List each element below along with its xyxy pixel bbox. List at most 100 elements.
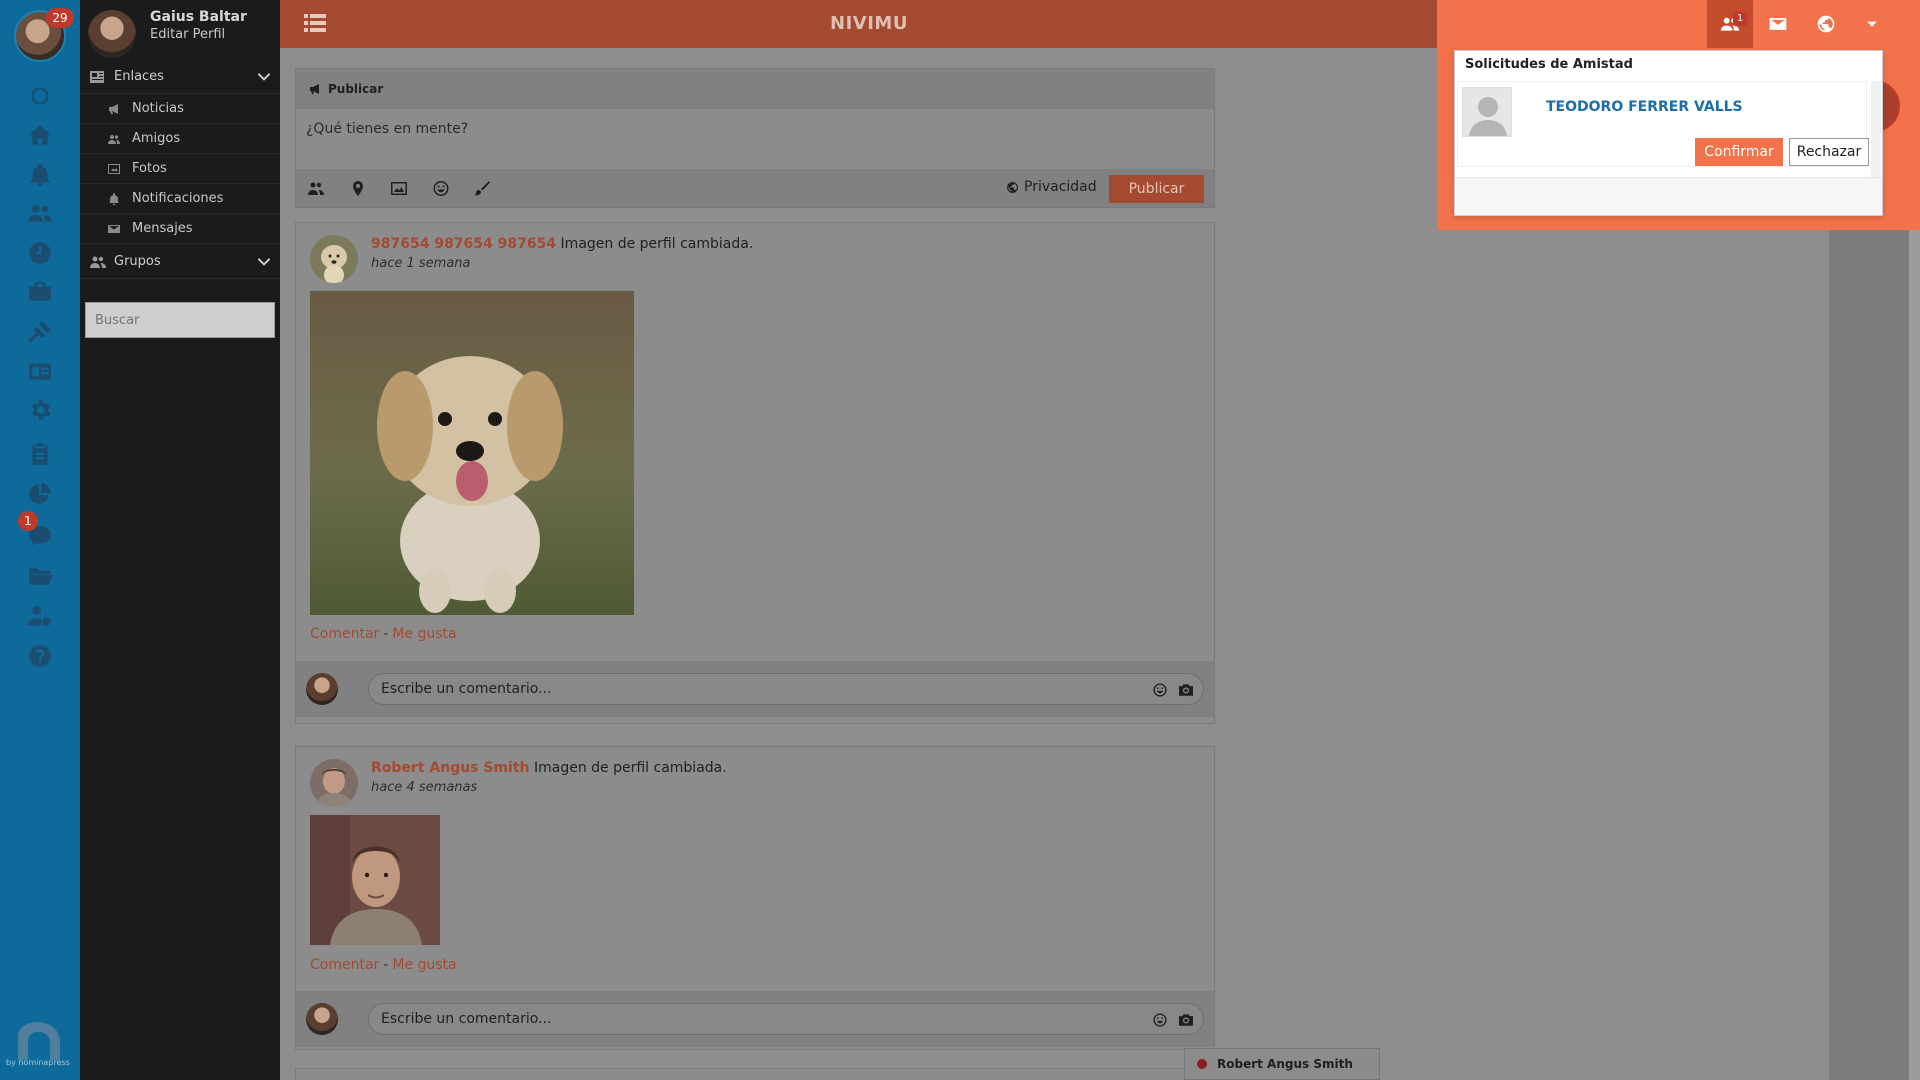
- post-author-link[interactable]: Robert Angus Smith: [371, 760, 530, 776]
- post-action-text: Imagen de perfil cambiada.: [560, 236, 754, 252]
- brush-icon[interactable]: [474, 181, 492, 197]
- gavel-icon[interactable]: [24, 316, 56, 348]
- gear-icon[interactable]: [24, 394, 56, 426]
- clipboard-icon[interactable]: [24, 438, 56, 470]
- bullhorn-icon: [310, 84, 319, 94]
- sidebar-item-noticias[interactable]: Noticias: [80, 94, 280, 124]
- comment-link[interactable]: Comentar: [310, 957, 379, 973]
- offline-status-dot: [1197, 1059, 1207, 1069]
- chevron-down-icon: [257, 70, 271, 86]
- privacy-label: Privacidad: [1024, 179, 1097, 195]
- clock-icon[interactable]: [24, 237, 56, 269]
- feed-post: Robert Angus Smith Imagen de perfil camb…: [295, 746, 1215, 1050]
- users-icon: [108, 133, 124, 145]
- brand-logo: [14, 1020, 66, 1060]
- post-header: 987654 987654 987654 Imagen de perfil ca…: [371, 236, 753, 252]
- friend-requests-button[interactable]: 1: [1707, 0, 1753, 48]
- brand-text: by nominapress: [6, 1058, 70, 1067]
- friend-requests-popup: Solicitudes de Amistad TEODORO FERRER VA…: [1454, 50, 1883, 216]
- user-name[interactable]: Gaius Baltar: [150, 9, 247, 25]
- caret-down-icon: [1867, 21, 1877, 27]
- post-author-link[interactable]: 987654 987654 987654: [371, 236, 556, 252]
- briefcase-icon[interactable]: [24, 276, 56, 308]
- folder-icon[interactable]: [24, 560, 56, 592]
- post-image[interactable]: [310, 291, 634, 615]
- sidebar-item-mensajes[interactable]: Mensajes: [80, 214, 280, 244]
- side-nav: Gaius Baltar Editar Perfil Enlaces Notic…: [80, 0, 280, 1080]
- user-avatar[interactable]: [88, 10, 136, 58]
- sidebar-item-label: Amigos: [132, 131, 181, 146]
- bullhorn-icon: [108, 103, 124, 115]
- bell-icon: [108, 192, 124, 205]
- emoji-icon: [1153, 683, 1167, 697]
- comment-link[interactable]: Comentar: [310, 626, 379, 642]
- bell-icon[interactable]: [24, 159, 56, 191]
- sidebar-item-label: Fotos: [132, 161, 167, 176]
- id-card-icon[interactable]: [24, 355, 56, 387]
- newspaper-icon: [90, 70, 108, 84]
- comment-input[interactable]: Escribe un comentario...: [368, 1003, 1204, 1035]
- envelope-icon: [108, 223, 124, 235]
- globe-icon: [1007, 181, 1018, 193]
- composer-header: Publicar: [296, 69, 1214, 109]
- popup-footer: [1455, 177, 1882, 215]
- like-link[interactable]: Me gusta: [392, 626, 456, 642]
- post-author-avatar[interactable]: [310, 235, 358, 283]
- edit-profile-link[interactable]: Editar Perfil: [150, 27, 225, 42]
- chat-contact-name: Robert Angus Smith: [1217, 1057, 1353, 1071]
- links-section-toggle[interactable]: Enlaces: [80, 60, 280, 94]
- action-separator: -: [383, 957, 389, 973]
- emoji-icon[interactable]: [433, 181, 451, 197]
- privacy-selector[interactable]: Privacidad: [1006, 179, 1097, 195]
- sidebar-item-label: Noticias: [132, 101, 184, 116]
- chat-window-tab[interactable]: Robert Angus Smith: [1184, 1048, 1380, 1080]
- image-icon[interactable]: [391, 181, 409, 197]
- popup-scrollbar[interactable]: [1871, 81, 1881, 177]
- reject-button[interactable]: Rechazar: [1789, 138, 1869, 166]
- comment-input[interactable]: Escribe un comentario...: [368, 673, 1204, 705]
- feed-post: 987654 987654 987654 Imagen de perfil ca…: [295, 222, 1215, 724]
- requester-name-link[interactable]: TEODORO FERRER VALLS: [1546, 99, 1743, 115]
- user-money-icon[interactable]: [24, 600, 56, 632]
- feed-post-next: [295, 1068, 1215, 1080]
- location-pin-icon[interactable]: [350, 181, 368, 197]
- notifications-globe-button[interactable]: [1803, 0, 1849, 48]
- users-icon[interactable]: [24, 197, 56, 229]
- friend-request-item: TEODORO FERRER VALLS Confirmar Rechazar: [1457, 81, 1869, 167]
- like-link[interactable]: Me gusta: [392, 957, 456, 973]
- sidebar-item-notificaciones[interactable]: Notificaciones: [80, 184, 280, 214]
- chevron-down-icon: [257, 255, 271, 271]
- home-icon[interactable]: [24, 119, 56, 151]
- sidebar-item-fotos[interactable]: Fotos: [80, 154, 280, 184]
- comment-bar: Escribe un comentario...: [296, 661, 1214, 717]
- groups-section-toggle[interactable]: Grupos: [80, 245, 280, 279]
- help-icon[interactable]: [24, 640, 56, 672]
- action-separator: -: [383, 626, 389, 642]
- circle-icon[interactable]: [24, 80, 56, 112]
- groups-section-label: Grupos: [114, 254, 161, 269]
- pie-chart-icon[interactable]: [24, 478, 56, 510]
- users-icon: [90, 255, 108, 269]
- messages-button[interactable]: [1755, 0, 1801, 48]
- post-action-text: Imagen de perfil cambiada.: [533, 760, 727, 776]
- popup-title: Solicitudes de Amistad: [1465, 57, 1633, 72]
- sidebar-item-amigos[interactable]: Amigos: [80, 124, 280, 154]
- tag-friends-icon[interactable]: [308, 181, 326, 197]
- post-composer: Publicar ¿Qué tienes en mente? Privacida…: [295, 68, 1215, 208]
- account-dropdown-button[interactable]: [1849, 0, 1895, 48]
- friend-request-badge: 1: [1733, 12, 1747, 26]
- post-timestamp[interactable]: hace 1 semana: [371, 256, 471, 271]
- comment-bar: Escribe un comentario...: [296, 991, 1214, 1047]
- composer-toolbar: Privacidad Publicar: [296, 169, 1214, 207]
- search-input[interactable]: [85, 302, 275, 338]
- default-avatar-icon[interactable]: [1462, 87, 1512, 137]
- publish-button[interactable]: Publicar: [1109, 175, 1204, 203]
- post-timestamp[interactable]: hace 4 semanas: [371, 780, 477, 795]
- comment-placeholder: Escribe un comentario...: [381, 681, 552, 697]
- app-title: NIVIMU: [830, 13, 908, 34]
- post-author-avatar[interactable]: [310, 759, 358, 807]
- post-image[interactable]: [310, 815, 440, 945]
- post-actions: Comentar - Me gusta: [310, 957, 457, 973]
- composer-input[interactable]: ¿Qué tienes en mente?: [296, 109, 1214, 169]
- confirm-button[interactable]: Confirmar: [1695, 138, 1783, 166]
